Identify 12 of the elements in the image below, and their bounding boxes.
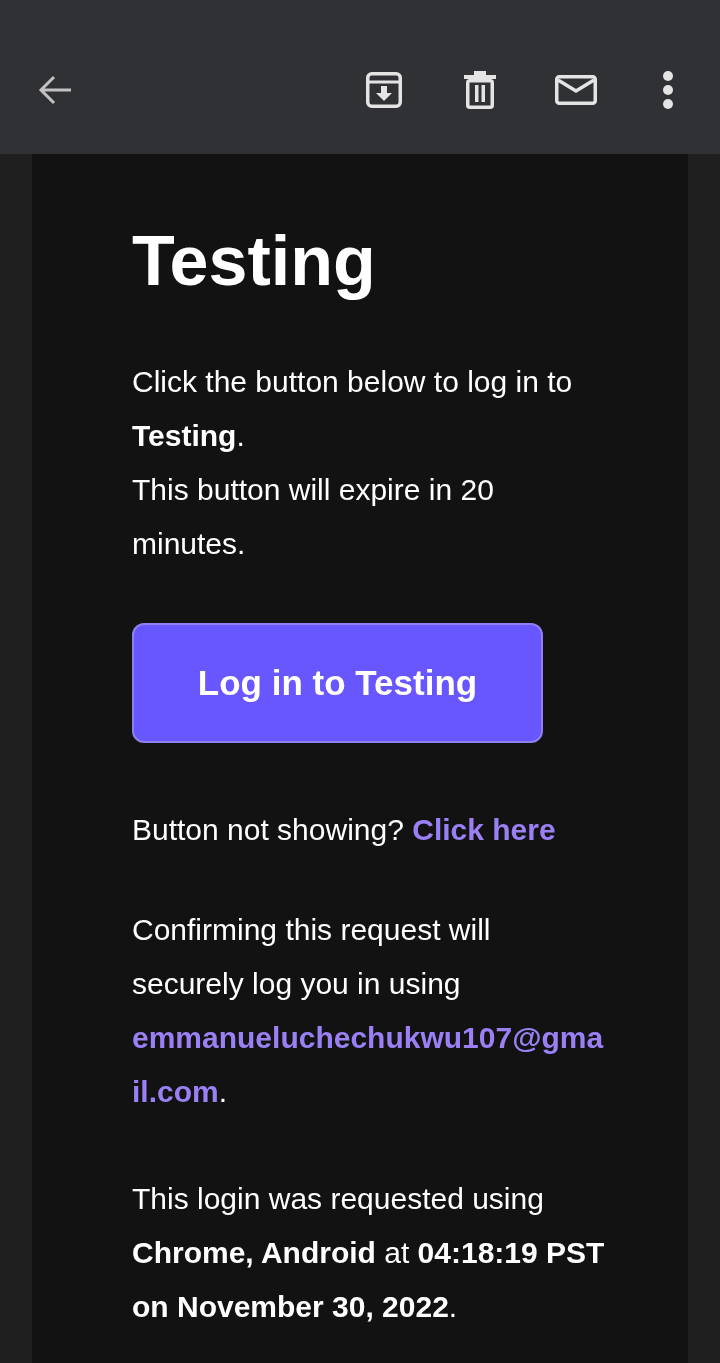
archive-box-icon[interactable] [366, 72, 402, 108]
confirmation-text: Confirming this request will securely log you in using emmanueluchechukwu107@gmail.com. [132, 912, 605, 1110]
login-button[interactable]: Log in to Testing [132, 623, 543, 743]
request-info-text: This login was requested using Chrome, Android at 04:18:19 PST on November 30, 2022. [132, 1181, 606, 1325]
intro-text: Click the button below to log in to Testing. [132, 364, 574, 454]
trash-icon[interactable] [464, 71, 496, 109]
intro-text: This button will expire in 20 minutes. [132, 472, 495, 562]
mail-icon[interactable] [555, 75, 597, 105]
more-options-icon[interactable] [663, 71, 673, 109]
back-arrow-icon[interactable] [38, 75, 72, 105]
click-here-link[interactable]: Click here [412, 813, 556, 846]
fallback-text: Button not showing? [132, 813, 404, 846]
